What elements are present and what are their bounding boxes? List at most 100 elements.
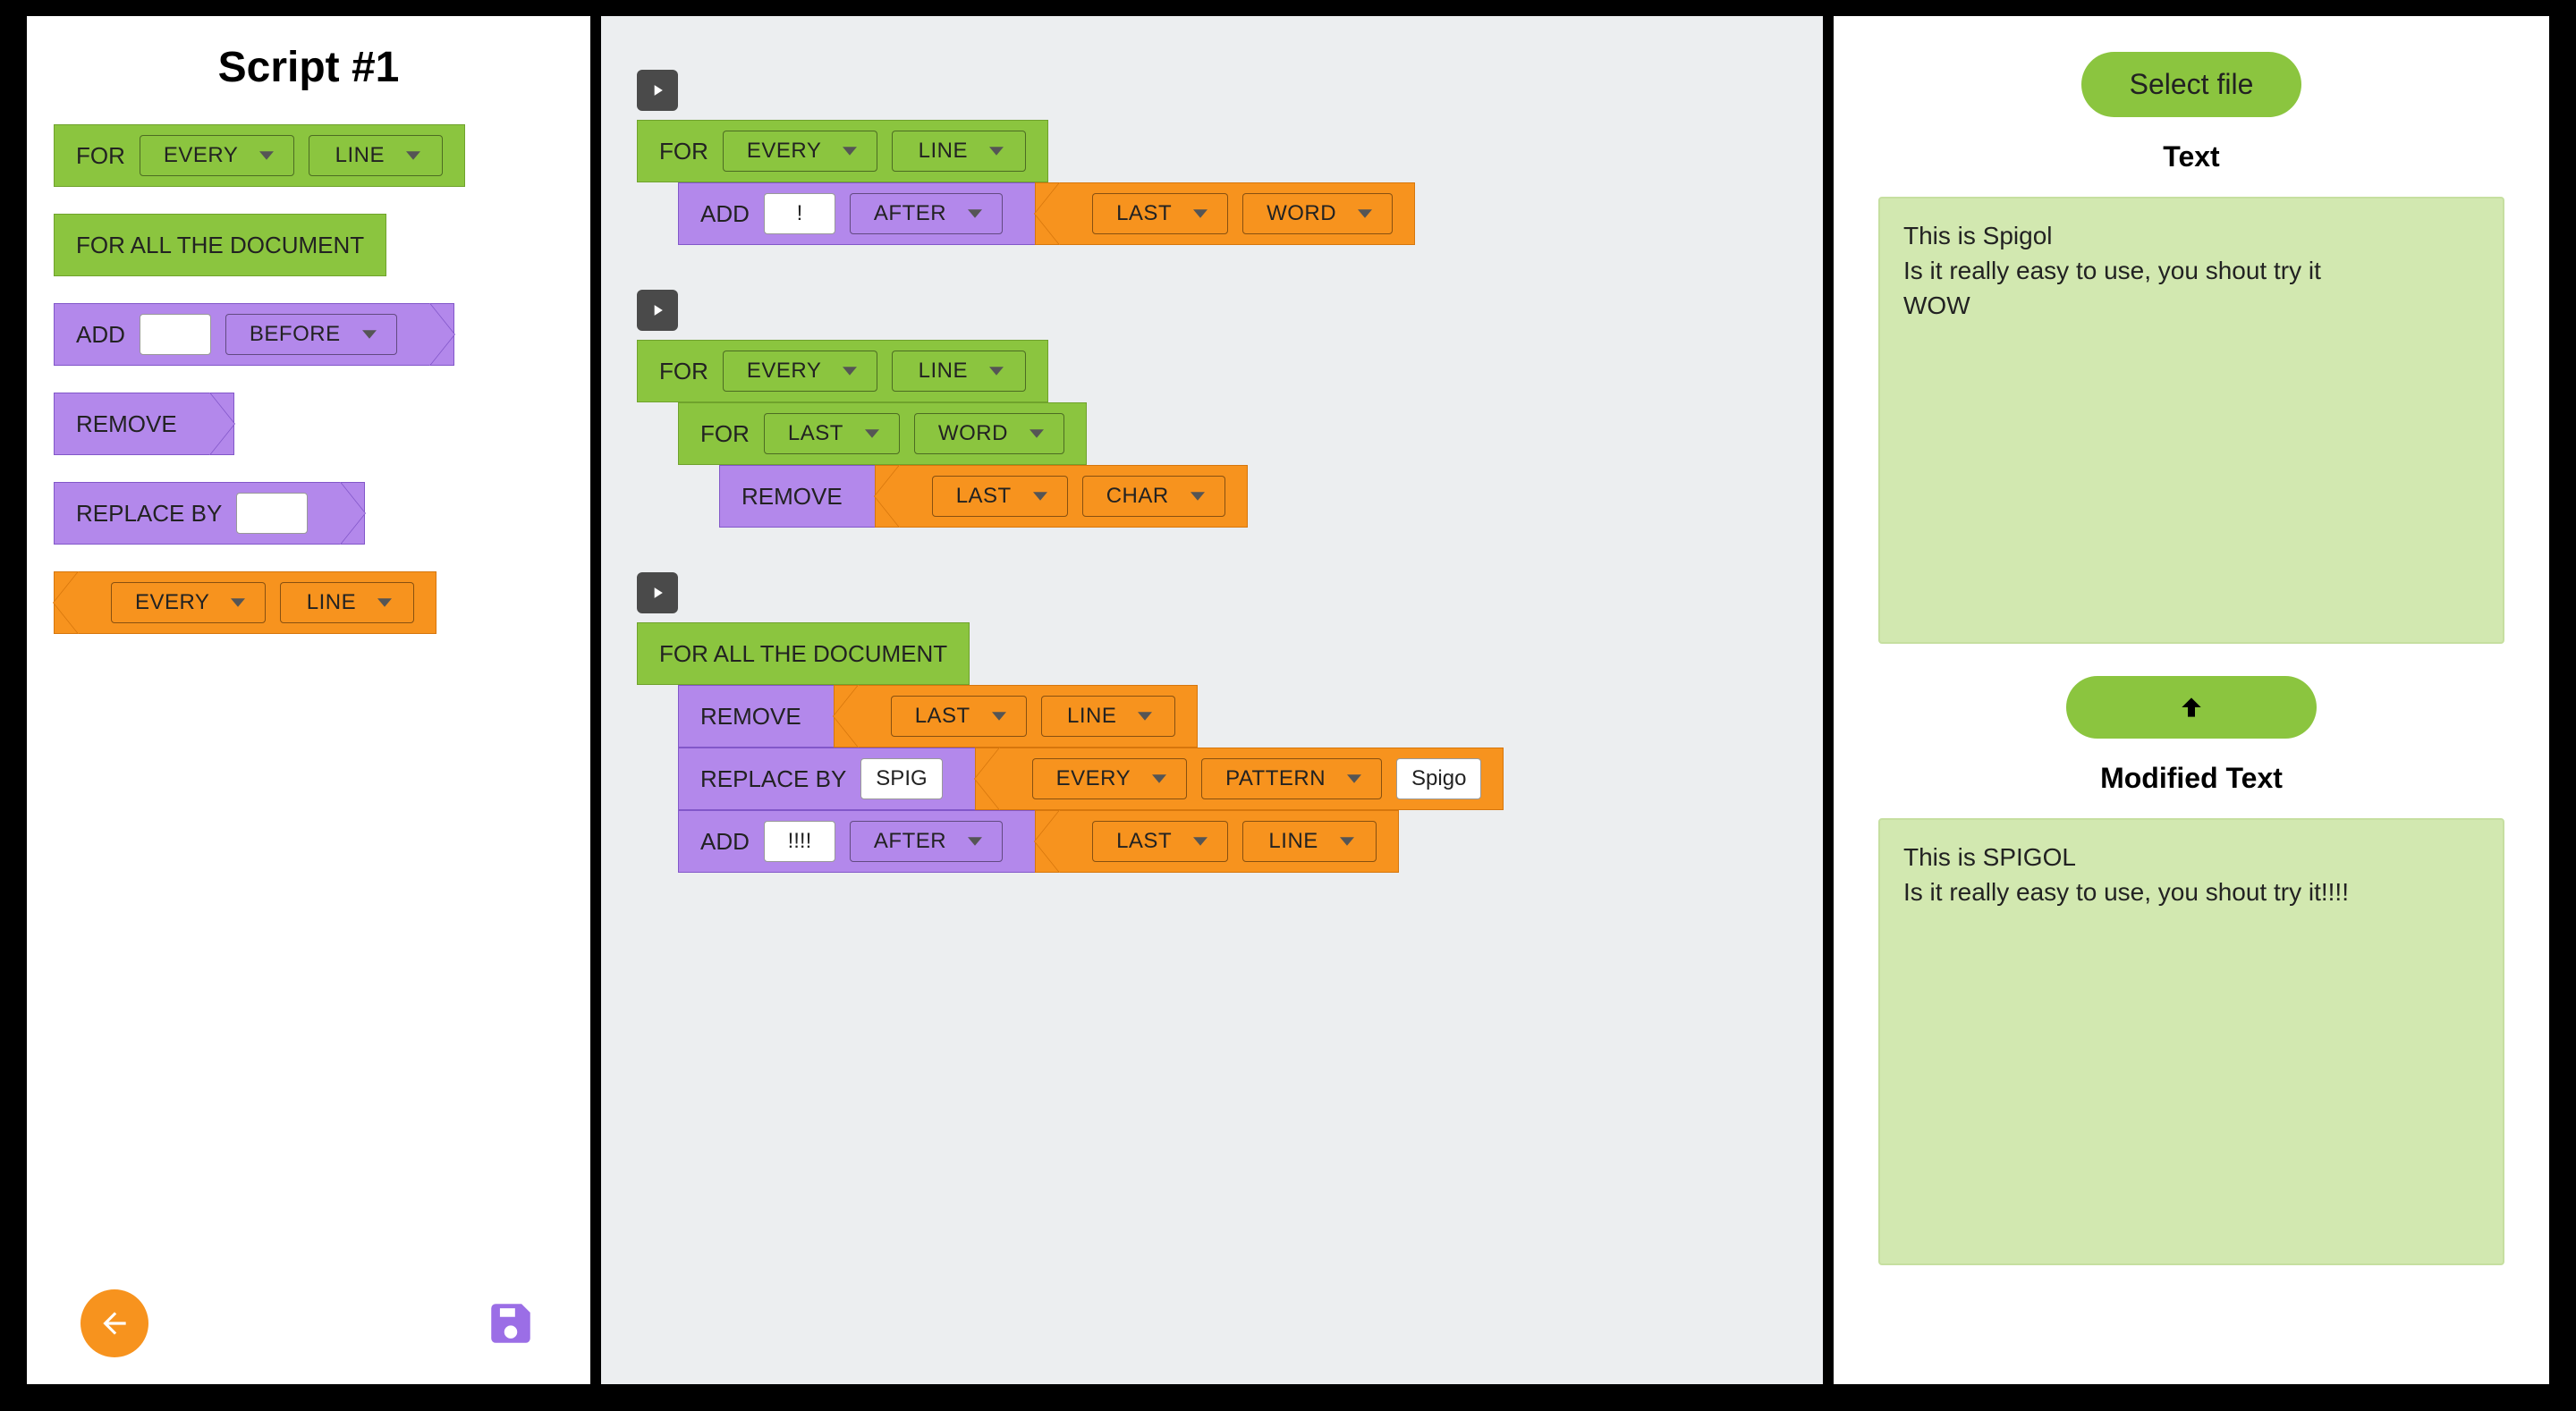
add-value-input[interactable] [140,314,211,355]
chevron-down-icon [1191,491,1205,502]
selector-block[interactable]: LAST WORD [1035,182,1415,245]
add-position-dropdown[interactable]: BEFORE [225,314,397,355]
selector-block[interactable]: LAST CHAR [875,465,1248,528]
selector-block[interactable]: LAST LINE [834,685,1198,748]
selector-pattern-input[interactable]: Spigo [1396,758,1481,799]
play-icon [648,81,666,99]
arrow-left-icon [97,1306,131,1340]
script-title: Script #1 [54,43,564,92]
selector-block[interactable]: EVERY PATTERN Spigo [975,748,1504,810]
add-position-dropdown[interactable]: AFTER [850,193,1003,234]
run-script-button[interactable] [637,290,678,331]
chevron-down-icon [992,711,1006,722]
for-unit-dropdown[interactable]: LINE [309,135,443,176]
select-file-button[interactable]: Select file [2081,52,2302,117]
remove-block[interactable]: REMOVE [678,685,859,748]
for-quantifier-dropdown[interactable]: EVERY [723,131,877,172]
chevron-down-icon [843,366,857,376]
remove-label: REMOVE [76,410,177,438]
for-block[interactable]: FORLASTWORD [678,402,1087,465]
chevron-down-icon [865,428,879,439]
selector-unit-dropdown[interactable]: PATTERN [1201,758,1382,799]
palette-for-all-block[interactable]: FOR ALL THE DOCUMENT [54,214,386,276]
chevron-down-icon [231,597,245,608]
selector-quantifier-dropdown[interactable]: EVERY [111,582,266,623]
play-icon [648,584,666,602]
run-script-button[interactable] [637,70,678,111]
add-position-dropdown[interactable]: AFTER [850,821,1003,862]
block-row: FORLASTWORD [678,402,1787,465]
block-row: ADD!!!!AFTERLASTLINE [678,810,1787,873]
chevron-down-icon [989,366,1004,376]
palette-remove-block[interactable]: REMOVE [54,393,234,455]
selector-unit-dropdown[interactable]: WORD [1242,193,1393,234]
for-block[interactable]: FOREVERYLINE [637,340,1048,402]
for-quantifier-dropdown[interactable]: LAST [764,413,900,454]
chevron-down-icon [1030,428,1044,439]
replace-value-input[interactable] [236,493,308,534]
for-all-label: FOR ALL THE DOCUMENT [76,232,364,259]
for-quantifier-dropdown[interactable]: EVERY [723,351,877,392]
modified-text-box: This is SPIGOL Is it really easy to use,… [1878,818,2504,1265]
palette-selector-block[interactable]: EVERY LINE [54,571,436,634]
chevron-down-icon [1138,711,1152,722]
palette-for-block[interactable]: FOR EVERY LINE [54,124,465,187]
chevron-down-icon [1152,773,1166,784]
selector-unit-dropdown[interactable]: LINE [1041,696,1175,737]
for-quantifier-dropdown[interactable]: EVERY [140,135,294,176]
replace-value-input[interactable]: SPIG [860,758,942,799]
palette-block-list: FOR EVERY LINE FOR ALL THE DOCUMENT [54,124,564,634]
selector-unit-dropdown[interactable]: LINE [280,582,414,623]
selector-quantifier-dropdown[interactable]: LAST [1092,193,1228,234]
arrow-up-icon [2177,693,2206,722]
replace-block[interactable]: REPLACE BYSPIG [678,748,1000,810]
save-button[interactable] [485,1297,537,1349]
chevron-down-icon [1347,773,1361,784]
for-block[interactable]: FOREVERYLINE [637,120,1048,182]
selector-quantifier-dropdown[interactable]: LAST [1092,821,1228,862]
apply-up-button[interactable] [2066,676,2317,739]
add-block[interactable]: ADD!AFTER [678,182,1060,245]
add-block[interactable]: ADD!!!!AFTER [678,810,1060,873]
selector-quantifier-dropdown[interactable]: EVERY [1032,758,1187,799]
for-all-block[interactable]: FOR ALL THE DOCUMENT [637,622,970,685]
selector-block[interactable]: LAST LINE [1035,810,1399,873]
chevron-down-icon [968,208,982,219]
chevron-down-icon [362,329,377,340]
selector-unit-dropdown[interactable]: LINE [1242,821,1377,862]
chevron-down-icon [843,146,857,156]
for-unit-dropdown[interactable]: LINE [892,131,1026,172]
for-unit-dropdown[interactable]: LINE [892,351,1026,392]
block-row: ADD!AFTERLASTWORD [678,182,1787,245]
block-row: REMOVE LAST CHAR [719,465,1787,528]
chevron-down-icon [377,597,392,608]
palette-replace-block[interactable]: REPLACE BY [54,482,365,545]
selector-quantifier-dropdown[interactable]: LAST [932,476,1068,517]
selector-unit-dropdown[interactable]: CHAR [1082,476,1225,517]
script-group: FOREVERYLINEFORLASTWORDREMOVELASTCHAR [637,290,1787,528]
chevron-down-icon [406,150,420,161]
add-value-input[interactable]: !!!! [764,821,835,862]
remove-block[interactable]: REMOVE [719,465,900,528]
palette-add-block[interactable]: ADD BEFORE [54,303,454,366]
script-group: FOR ALL THE DOCUMENTREMOVE LAST LINE REPLAC… [637,572,1787,873]
chevron-down-icon [1340,836,1354,847]
selector-quantifier-dropdown[interactable]: LAST [891,696,1027,737]
input-text-heading: Text [2163,140,2219,173]
run-script-button[interactable] [637,572,678,613]
add-label: ADD [76,321,125,349]
save-icon [485,1297,537,1349]
play-icon [648,301,666,319]
block-row: FOR ALL THE DOCUMENT [637,622,1787,685]
input-text-box[interactable]: This is Spigol Is it really easy to use,… [1878,197,2504,644]
for-unit-dropdown[interactable]: WORD [914,413,1064,454]
script-canvas[interactable]: FOREVERYLINEADD!AFTERLASTWORDFOREVERYLIN… [601,16,1823,1384]
chevron-down-icon [989,146,1004,156]
back-button[interactable] [80,1289,148,1357]
chevron-down-icon [968,836,982,847]
text-panel: Select file Text This is Spigol Is it re… [1834,16,2549,1384]
script-group: FOREVERYLINEADD!AFTERLASTWORD [637,70,1787,245]
chevron-down-icon [259,150,274,161]
add-value-input[interactable]: ! [764,193,835,234]
chevron-down-icon [1193,208,1208,219]
